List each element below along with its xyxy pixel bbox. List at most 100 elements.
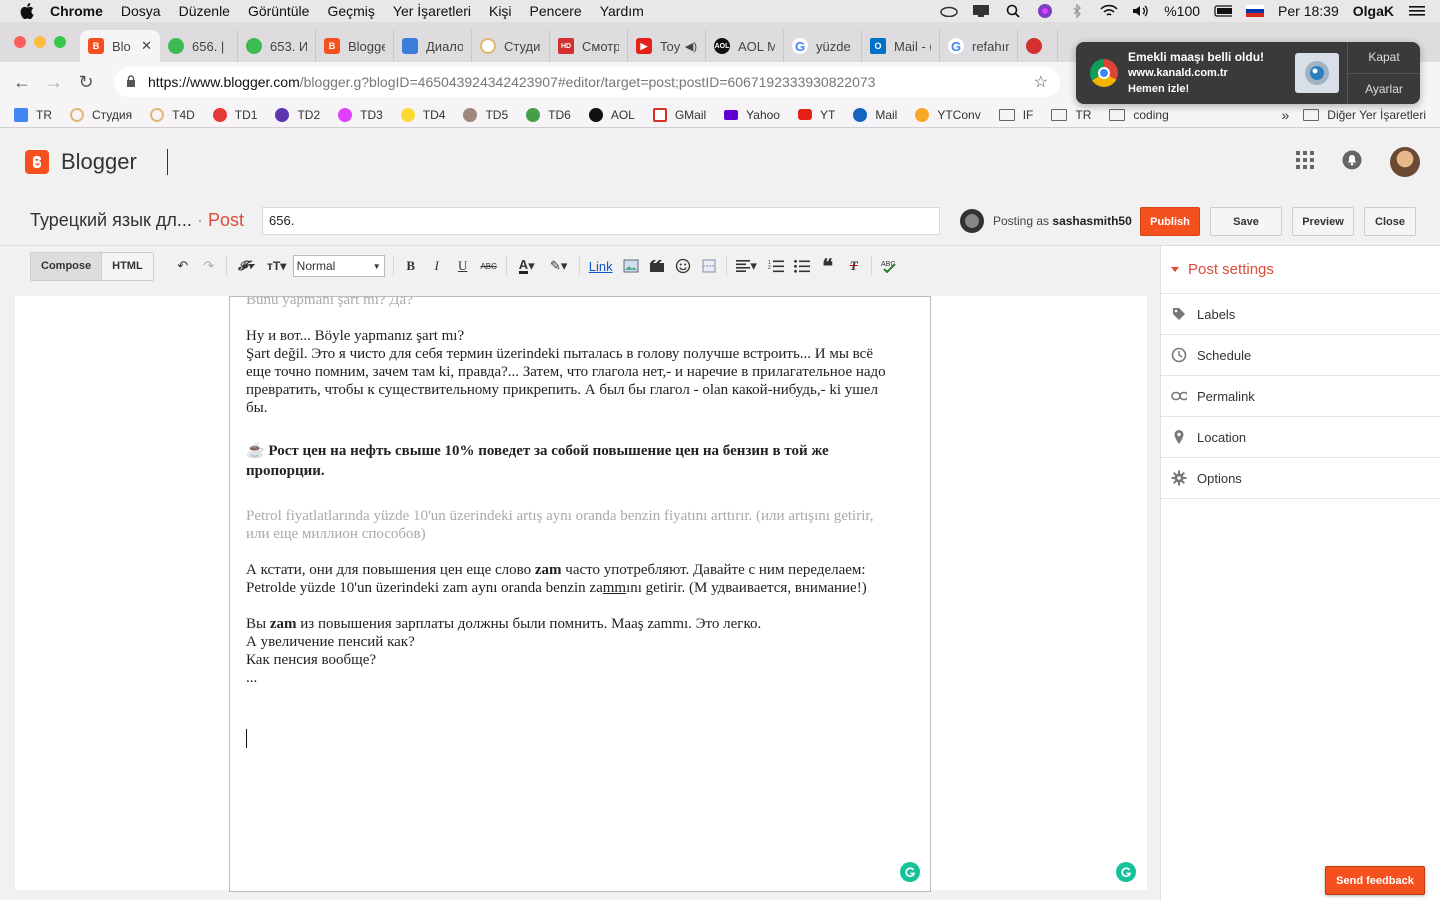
bookmark-item[interactable]: Студия <box>70 107 132 122</box>
bookmark-star-icon[interactable]: ☆ <box>1034 72 1048 92</box>
siri-icon[interactable] <box>1036 4 1054 18</box>
cloud-icon[interactable] <box>940 4 958 18</box>
menu-kisi[interactable]: Kişi <box>489 3 512 19</box>
display-icon[interactable] <box>972 4 990 18</box>
italic-icon[interactable]: I <box>424 254 450 278</box>
notification-settings-button[interactable]: Ayarlar <box>1348 74 1420 105</box>
tab-item[interactable]: B Blogge <box>316 30 394 62</box>
bookmark-item[interactable]: AOL <box>588 107 635 122</box>
blogger-logo-icon[interactable] <box>25 150 49 174</box>
address-bar[interactable]: https://www.blogger.com/blogger.g?blogID… <box>114 67 1060 97</box>
insert-jump-break-icon[interactable] <box>696 254 722 278</box>
post-title-input[interactable]: 656. <box>262 207 940 235</box>
notifications-bell-icon[interactable] <box>1342 150 1362 175</box>
blogger-brand[interactable]: Blogger <box>61 149 137 175</box>
audio-playing-icon[interactable]: ◀) <box>685 40 697 53</box>
redo-icon[interactable]: ↷ <box>196 254 222 278</box>
menu-duzenle[interactable]: Düzenle <box>179 3 230 19</box>
bookmark-item[interactable]: TD2 <box>275 107 320 122</box>
account-avatar[interactable] <box>1390 147 1420 177</box>
font-size-icon[interactable]: ᴛT▾ <box>261 254 293 278</box>
window-close-button[interactable] <box>14 36 26 48</box>
chevron-double-right-icon[interactable]: » <box>1281 107 1289 123</box>
compose-mode-button[interactable]: Compose <box>31 252 103 280</box>
spell-check-icon[interactable]: ABC <box>876 254 902 278</box>
volume-icon[interactable] <box>1132 4 1150 18</box>
bookmark-item[interactable]: TD6 <box>526 107 571 122</box>
window-zoom-button[interactable] <box>54 36 66 48</box>
bookmark-item[interactable]: Mail <box>853 107 897 122</box>
tab-item[interactable]: 653. И <box>238 30 316 62</box>
sidebar-item-location[interactable]: Location <box>1161 417 1440 458</box>
input-flag-icon[interactable] <box>1246 4 1265 18</box>
tab-item[interactable]: 656. | <box>160 30 238 62</box>
menu-gecmis[interactable]: Geçmiş <box>327 3 374 19</box>
insert-link-button[interactable]: Link <box>584 254 618 278</box>
bookmark-item[interactable]: TD3 <box>338 107 383 122</box>
sidebar-item-options[interactable]: Options <box>1161 458 1440 499</box>
bookmark-folder[interactable]: coding <box>1109 108 1169 122</box>
underline-icon[interactable]: U <box>450 254 476 278</box>
bookmark-item[interactable]: TD4 <box>400 107 445 122</box>
tab-item[interactable]: Gyüzde <box>784 30 862 62</box>
apple-icon[interactable] <box>20 3 36 19</box>
tab-item[interactable]: ▶ Toy ◀) <box>628 30 706 62</box>
window-minimize-button[interactable] <box>34 36 46 48</box>
quote-icon[interactable]: ❝ <box>815 254 841 278</box>
html-mode-button[interactable]: HTML <box>102 252 153 280</box>
menu-dosya[interactable]: Dosya <box>121 3 161 19</box>
font-family-icon[interactable]: 𝓕▾ <box>231 254 261 278</box>
grammarly-icon[interactable] <box>900 862 920 882</box>
bookmark-item[interactable]: GMail <box>652 107 706 122</box>
bookmark-item[interactable]: Yahoo <box>724 108 780 122</box>
insert-image-icon[interactable] <box>618 254 644 278</box>
sidebar-item-labels[interactable]: Labels <box>1161 294 1440 335</box>
wifi-icon[interactable] <box>1100 4 1118 18</box>
tab-item[interactable]: O Mail - ( <box>862 30 940 62</box>
reload-icon[interactable]: ↻ <box>70 72 102 93</box>
bookmark-item[interactable]: TD5 <box>463 107 508 122</box>
tab-item[interactable]: Диало <box>394 30 472 62</box>
chrome-notification[interactable]: Emekli maaşı belli oldu! www.kanald.com.… <box>1076 42 1420 104</box>
insert-emoji-icon[interactable] <box>670 254 696 278</box>
send-feedback-button[interactable]: Send feedback <box>1325 866 1425 895</box>
notification-body[interactable]: Emekli maaşı belli oldu! www.kanald.com.… <box>1076 42 1348 104</box>
blog-title[interactable]: Турецкий язык дл... <box>30 210 192 230</box>
sidebar-item-schedule[interactable]: Schedule <box>1161 335 1440 376</box>
battery-icon[interactable] <box>1214 4 1233 18</box>
highlight-color-icon[interactable]: ✎▾ <box>543 254 575 278</box>
post-body-editor[interactable]: Bunu yapmanı şart mı? Да? Ну и вот... Bö… <box>229 296 931 892</box>
text-color-icon[interactable]: A ▾ <box>511 254 543 278</box>
bookmark-item[interactable]: T4D <box>150 107 195 122</box>
bookmark-folder[interactable]: IF <box>998 108 1033 122</box>
close-button[interactable]: Close <box>1364 207 1416 236</box>
menubar-user[interactable]: OlgaK <box>1353 3 1394 19</box>
menu-yer-isaretleri[interactable]: Yer İşaretleri <box>393 3 471 19</box>
other-bookmarks-folder[interactable]: Diğer Yer İşaretleri <box>1303 108 1426 122</box>
tab-item[interactable]: HD Смотр <box>550 30 628 62</box>
lock-icon[interactable] <box>126 74 136 90</box>
back-arrow-icon[interactable]: ← <box>6 72 38 93</box>
notification-close-button[interactable]: Kapat <box>1348 42 1420 74</box>
bookmark-folder[interactable]: TR <box>1051 108 1091 122</box>
tab-item[interactable]: Grefahın <box>940 30 1018 62</box>
apps-grid-icon[interactable] <box>1296 150 1314 174</box>
menu-yardim[interactable]: Yardım <box>600 3 644 19</box>
menu-pencere[interactable]: Pencere <box>530 3 582 19</box>
bookmark-item[interactable]: YT <box>797 108 835 122</box>
tab-blogger-active[interactable]: B Blo ✕ <box>80 30 160 62</box>
tab-item[interactable]: Студи <box>472 30 550 62</box>
bookmark-item[interactable]: TR <box>14 107 52 122</box>
menu-goruntule[interactable]: Görüntüle <box>248 3 309 19</box>
bookmark-item[interactable]: YTConv <box>915 107 981 122</box>
post-settings-header[interactable]: Post settings <box>1161 246 1440 294</box>
forward-arrow-icon[interactable]: → <box>38 72 70 93</box>
bluetooth-icon[interactable] <box>1068 4 1086 18</box>
strikethrough-icon[interactable]: ABC <box>476 254 502 278</box>
insert-video-icon[interactable] <box>644 254 670 278</box>
menu-chrome[interactable]: Chrome <box>50 3 103 19</box>
tab-item[interactable]: T <box>1018 30 1058 62</box>
menubar-clock[interactable]: Per 18:39 <box>1278 3 1339 19</box>
bold-icon[interactable]: B <box>398 254 424 278</box>
numbered-list-icon[interactable]: 12 <box>763 254 789 278</box>
